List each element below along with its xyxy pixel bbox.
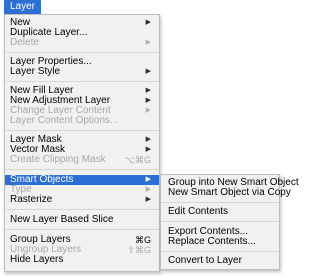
shortcut-label: ⌘G: [134, 235, 151, 245]
menu-item-label: Layer Content Options...: [10, 115, 119, 126]
submenu-arrow-icon: ▶: [145, 136, 151, 143]
menu-item-edit-contents[interactable]: Edit Contents: [161, 207, 279, 217]
menu-item-layer-content-options: Layer Content Options...: [5, 116, 159, 126]
menu-item-layer-style[interactable]: Layer Style ▶: [5, 67, 159, 77]
menu-separator: [5, 52, 159, 53]
submenu-arrow-icon: ▶: [145, 176, 151, 183]
submenu-arrow-icon: ▶: [145, 19, 151, 26]
menu-item-label: Delete: [10, 37, 39, 48]
menu-item-rasterize[interactable]: Rasterize ▶: [5, 195, 159, 205]
submenu-arrow-icon: ▶: [145, 39, 151, 46]
menu-item-new-smart-object-via-copy[interactable]: New Smart Object via Copy: [161, 188, 291, 198]
menu-item-convert-to-layer[interactable]: Convert to Layer: [161, 256, 279, 266]
menu-item-label: Create Clipping Mask: [10, 154, 106, 165]
submenu-arrow-icon: ▶: [145, 186, 151, 193]
menu-item-hide-layers[interactable]: Hide Layers: [5, 255, 159, 265]
menu-item-label: New Layer Based Slice: [10, 214, 114, 225]
layer-menu: New ▶ Duplicate Layer... Delete ▶ Layer …: [4, 14, 160, 272]
shortcut-label: ⌥⌘G: [124, 155, 151, 165]
menu-separator: [161, 251, 279, 252]
menu-item-label: Rasterize: [10, 194, 53, 205]
submenu-arrow-icon: ▶: [145, 68, 151, 75]
menubar: Layer: [0, 0, 282, 14]
menu-separator: [161, 221, 279, 222]
menu-item-new-layer-based-slice[interactable]: New Layer Based Slice: [5, 215, 159, 225]
menu-separator: [5, 229, 159, 230]
submenu-arrow-icon: ▶: [145, 146, 151, 153]
menu-title-layer[interactable]: Layer: [4, 0, 42, 14]
submenu-arrow-icon: ▶: [145, 107, 151, 114]
menu-separator: [5, 169, 159, 170]
menu-item-label: Hide Layers: [10, 254, 64, 265]
menu-separator: [5, 209, 159, 210]
submenu-arrow-icon: ▶: [145, 97, 151, 104]
menu-item-replace-contents[interactable]: Replace Contents...: [161, 237, 279, 247]
smart-objects-submenu: Group into New Smart Object New Smart Ob…: [160, 174, 299, 270]
menu-item-create-clipping-mask: Create Clipping Mask ⌥⌘G: [5, 154, 159, 166]
menu-separator: [5, 81, 159, 82]
submenu-arrow-icon: ▶: [145, 87, 151, 94]
menu-separator: [161, 202, 279, 203]
submenu-arrow-icon: ▶: [145, 196, 151, 203]
menu-separator: [5, 130, 159, 131]
shortcut-label: ⇧⌘G: [127, 245, 151, 255]
menu-item-label: Layer Style: [10, 66, 61, 77]
menu-item-delete: Delete ▶: [5, 38, 159, 48]
